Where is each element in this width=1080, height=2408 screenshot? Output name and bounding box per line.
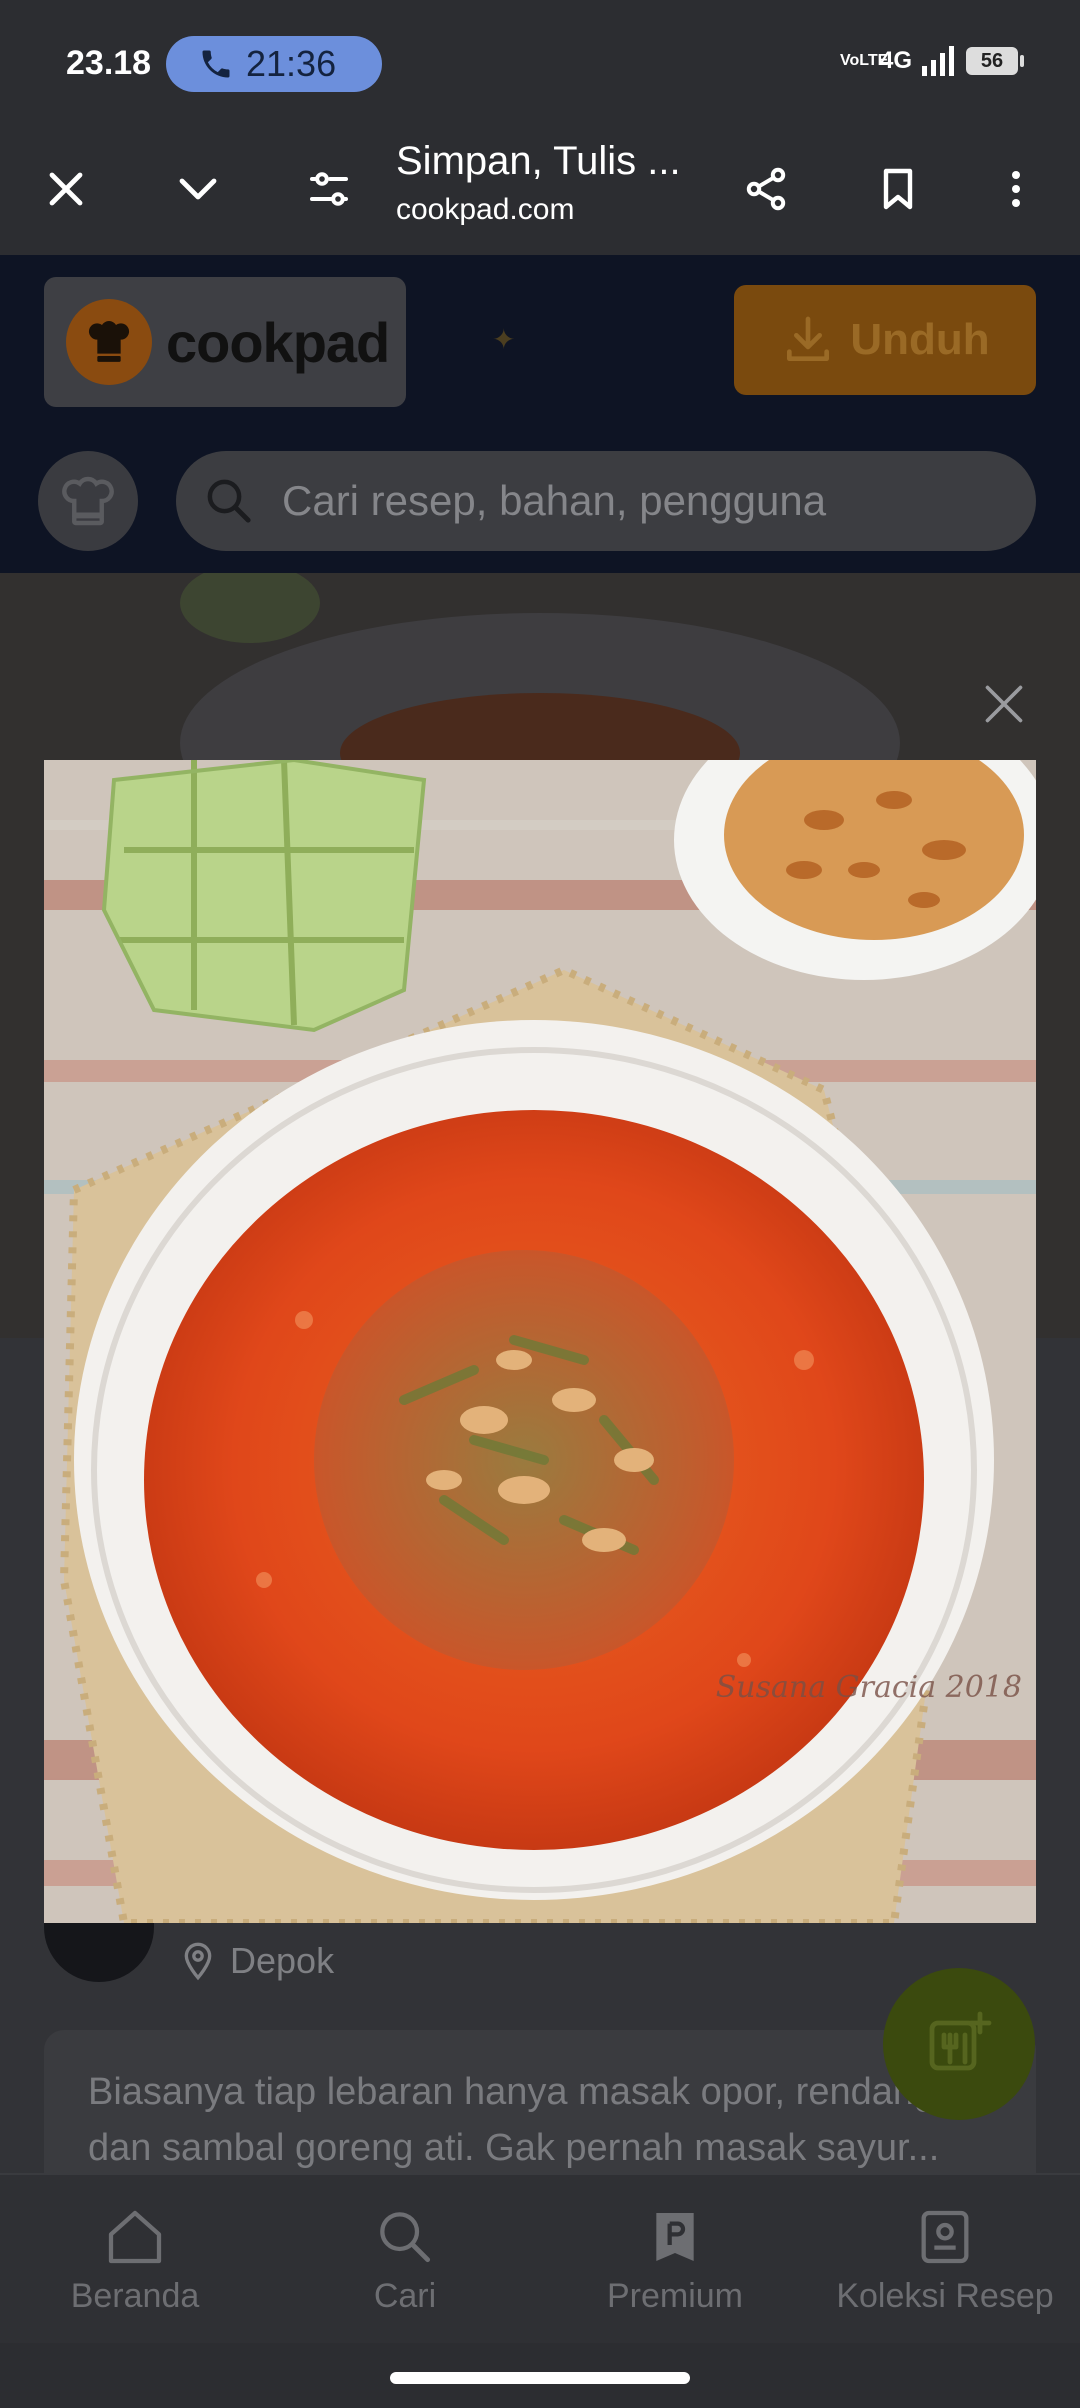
- bookmark-button[interactable]: [862, 153, 934, 225]
- close-tab-button[interactable]: [30, 153, 102, 225]
- browser-toolbar: Simpan, Tulis ... cookpad.com: [0, 125, 1080, 255]
- nav-premium[interactable]: Premium: [540, 2175, 810, 2343]
- status-time: 23.18: [66, 44, 152, 82]
- food-illustration: [44, 760, 1036, 1923]
- premium-icon: [656, 2213, 694, 2261]
- download-label: Unduh: [850, 315, 990, 364]
- nav-premium-label: Premium: [606, 2277, 744, 2315]
- photo-watermark: Susana Gracia 2018: [715, 1670, 1022, 1705]
- search-icon: [207, 479, 251, 523]
- nav-collection-label: Koleksi Resep: [836, 2277, 1054, 2315]
- minimize-button[interactable]: [162, 153, 234, 225]
- battery-level: 56: [980, 49, 1004, 72]
- collection-icon: [921, 2210, 969, 2264]
- cookpad-header: ✦ ✦ cookpad Unduh Cari resep, bahan, pen…: [0, 255, 1080, 573]
- chef-avatar-icon: [62, 476, 114, 526]
- bottom-navigation: Beranda Cari Premium Koleksi Resep: [0, 2173, 1080, 2343]
- home-indicator[interactable]: [390, 2372, 690, 2384]
- description-text: Biasanya tiap lebaran hanya masak opor, …: [88, 2071, 940, 2169]
- download-app-button[interactable]: Unduh: [734, 285, 1036, 395]
- logo-text: cookpad: [166, 310, 390, 374]
- search-placeholder: Cari resep, bahan, pengguna: [282, 477, 827, 524]
- ongoing-call-pill[interactable]: 21:36: [166, 36, 382, 92]
- phone-icon: [202, 50, 230, 78]
- chevron-down-icon: [179, 178, 217, 200]
- nav-home[interactable]: Beranda: [0, 2175, 270, 2343]
- search-icon: [380, 2212, 431, 2263]
- location-pin-icon: [184, 1942, 212, 1981]
- recipe-search-bar[interactable]: Cari resep, bahan, pengguna: [176, 451, 1036, 551]
- add-recipe-icon: [929, 2011, 992, 2071]
- share-button[interactable]: [730, 153, 802, 225]
- author-location: Depok: [180, 1940, 334, 1982]
- nav-search-label: Cari: [373, 2277, 437, 2315]
- lightbox-close-button[interactable]: [982, 682, 1026, 726]
- signal-icon: [922, 46, 954, 76]
- share-icon: [746, 167, 786, 211]
- page-domain: cookpad.com: [396, 193, 575, 226]
- more-options-button[interactable]: [980, 153, 1052, 225]
- close-icon: [49, 172, 83, 206]
- nav-home-label: Beranda: [70, 2277, 200, 2315]
- page-settings-button[interactable]: [294, 153, 366, 225]
- chef-hat-icon: [66, 299, 152, 385]
- cookpad-logo[interactable]: cookpad: [44, 277, 406, 407]
- nav-search[interactable]: Cari: [270, 2175, 540, 2343]
- tune-icon: [310, 172, 348, 206]
- volte-icon: VoLTE: [839, 52, 889, 69]
- page-title: Simpan, Tulis ...: [396, 139, 681, 183]
- add-to-collection-button[interactable]: [883, 1968, 1035, 2120]
- more-vert-icon: [1012, 171, 1020, 207]
- recipe-photo-enlarged[interactable]: Susana Gracia 2018: [44, 760, 1036, 1923]
- download-icon: [787, 316, 830, 361]
- status-bar: 23.18 21:36 VoLTE 4G 56: [0, 0, 1080, 125]
- battery-icon: 56: [966, 47, 1024, 75]
- nav-collection[interactable]: Koleksi Resep: [810, 2175, 1080, 2343]
- bookmark-icon: [883, 168, 913, 210]
- profile-button[interactable]: [38, 451, 138, 551]
- location-text: Depok: [230, 1940, 335, 1981]
- status-icons: VoLTE 4G 56: [839, 46, 1024, 76]
- home-icon: [108, 2210, 162, 2264]
- network-type: 4G: [879, 47, 912, 74]
- star-decoration: ✦: [492, 324, 516, 355]
- call-timer: 21:36: [246, 43, 337, 84]
